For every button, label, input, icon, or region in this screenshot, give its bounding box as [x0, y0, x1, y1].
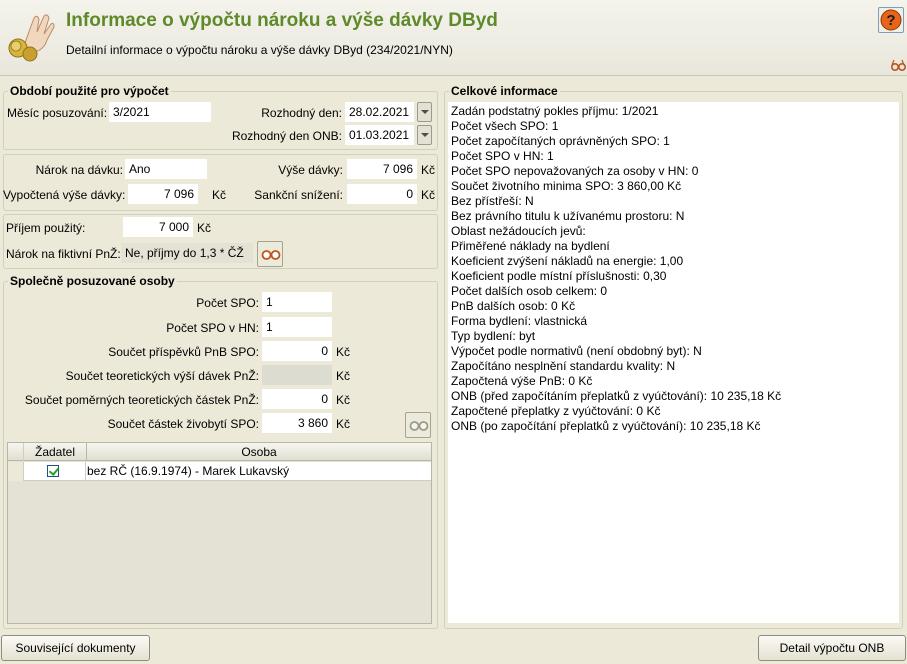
decision-day-field[interactable]: 28.02.2021	[345, 102, 414, 122]
info-line: PnB dalších osob: 0 Kč	[451, 299, 576, 313]
info-line: Koeficient zvýšení nákladů na energie: 1…	[451, 254, 684, 268]
count-spo-hn-field[interactable]: 1	[262, 317, 332, 337]
applicant-checkbox[interactable]	[47, 465, 59, 477]
sum-pnb-label: Součet příspěvků PnB SPO:	[108, 345, 259, 359]
info-line: Bez právního titulu k užívanému prostoru…	[451, 209, 685, 223]
income-field[interactable]: 7 000	[123, 217, 193, 237]
info-line: Přiměřené náklady na bydlení	[451, 239, 610, 253]
fictive-field: Ne, příjmy do 1,3 * ČŽ	[121, 243, 253, 263]
sum-prop-field[interactable]: 0	[262, 389, 332, 409]
glasses-icon	[261, 250, 281, 260]
sum-pnb-field[interactable]: 0	[262, 341, 332, 361]
detail-onb-button[interactable]: Detail výpočtu ONB	[758, 635, 906, 661]
info-line: Koeficient podle místní příslušnosti: 0,…	[451, 269, 667, 283]
glasses-icon	[409, 421, 429, 431]
overall-info-text: Zadán podstatný pokles příjmu: 1/2021 Poč…	[448, 102, 899, 623]
overall-legend: Celkové informace	[451, 84, 558, 98]
sum-prop-unit: Kč	[336, 393, 351, 407]
info-line: Počet SPO nepovažovaných za osoby v HN: …	[451, 164, 699, 178]
column-header-applicant[interactable]: Žadatel	[25, 445, 85, 459]
persons-legend: Společně posuzované osoby	[10, 274, 175, 288]
info-line: Počet dalších osob celkem: 0	[451, 284, 608, 298]
sum-living-field[interactable]: 3 860	[262, 413, 332, 433]
header-banner: Informace o výpočtu nároku a výše dávky …	[0, 0, 907, 76]
sanction-field[interactable]: 0	[347, 184, 417, 204]
info-line: Počet SPO v HN: 1	[451, 149, 554, 163]
table-row[interactable]: bez RČ (16.9.1974) - Marek Lukavský	[8, 462, 431, 481]
month-field[interactable]: 3/2021	[109, 102, 211, 122]
info-line: Oblast nežádoucích jevů:	[451, 224, 586, 238]
info-line: Součet životního minima SPO: 3 860,00 Kč	[451, 179, 682, 193]
computed-unit: Kč	[212, 188, 227, 202]
fictive-label: Nárok na fiktivní PnŽ:	[6, 247, 121, 261]
sum-theor-unit: Kč	[336, 369, 351, 383]
income-label: Příjem použitý:	[6, 221, 86, 235]
decision-day-dropdown-button[interactable]	[417, 102, 432, 122]
sum-living-unit: Kč	[336, 417, 351, 431]
glasses-icon[interactable]	[890, 58, 906, 72]
period-legend: Období použité pro výpočet	[10, 84, 169, 98]
sum-pnb-unit: Kč	[336, 345, 351, 359]
table-header: Žadatel Osoba	[8, 443, 431, 461]
info-line: Počet všech SPO: 1	[451, 119, 559, 133]
count-spo-label: Počet SPO:	[196, 296, 259, 310]
living-detail-button[interactable]	[405, 412, 431, 438]
income-unit: Kč	[197, 221, 212, 235]
persons-table: Žadatel Osoba bez RČ (16.9.1974) - Marek…	[7, 442, 432, 624]
help-button[interactable]: ?	[878, 7, 904, 33]
info-line: Započítáno nesplnění standardu kvality: …	[451, 359, 676, 373]
amount-unit: Kč	[421, 163, 436, 177]
row-selector[interactable]	[8, 462, 24, 481]
decision-day-onb-label: Rozhodný den ONB:	[231, 129, 342, 143]
sum-prop-label: Součet poměrných teoretických částek PnŽ…	[24, 393, 259, 407]
claim-field: Ano	[125, 159, 207, 179]
hand-coins-logo-icon	[8, 14, 55, 62]
header-corner	[8, 443, 24, 461]
sanction-unit: Kč	[421, 188, 436, 202]
sum-theor-field	[262, 365, 332, 385]
info-line: Zadán podstatný pokles příjmu: 1/2021	[451, 104, 659, 118]
decision-day-label: Rozhodný den:	[261, 106, 342, 120]
info-line: ONB (před započítáním přeplatků z vyúčto…	[451, 389, 782, 403]
column-header-person[interactable]: Osoba	[87, 445, 431, 459]
info-line: Započtené přeplatky z vyúčtování: 0 Kč	[451, 404, 661, 418]
amount-label: Výše dávky:	[278, 163, 343, 177]
info-line: Typ bydlení: byt	[451, 329, 536, 343]
info-line: Započtená výše PnB: 0 Kč	[451, 374, 593, 388]
info-line: Výpočet podle normativů (není obdobný by…	[451, 344, 702, 358]
svg-text:?: ?	[886, 12, 895, 29]
help-icon: ?	[880, 9, 902, 31]
count-spo-field[interactable]: 1	[262, 292, 332, 312]
decision-day-onb-field[interactable]: 01.03.2021	[345, 125, 414, 145]
info-line: Počet započítaných oprávněných SPO: 1	[451, 134, 670, 148]
fictive-detail-button[interactable]	[257, 241, 283, 267]
sum-living-label: Součet částek živobytí SPO:	[107, 417, 259, 431]
sum-theor-label: Součet teoretických výší dávek PnŽ:	[65, 369, 259, 383]
person-cell: bez RČ (16.9.1974) - Marek Lukavský	[87, 464, 290, 478]
amount-field[interactable]: 7 096	[347, 159, 417, 179]
page-subtitle: Detailní informace o výpočtu nároku a vý…	[66, 43, 453, 57]
count-spo-hn-label: Počet SPO v HN:	[166, 321, 259, 335]
page-title: Informace o výpočtu nároku a výše dávky …	[66, 10, 498, 31]
related-documents-button[interactable]: Související dokumenty	[1, 635, 150, 661]
info-line: Forma bydlení: vlastnická	[451, 314, 588, 328]
decision-day-onb-dropdown-button[interactable]	[417, 125, 432, 145]
info-line: ONB (po započítání přeplatků z vyúčtován…	[451, 419, 761, 433]
computed-field[interactable]: 7 096	[128, 184, 198, 204]
month-label: Měsíc posuzování:	[7, 106, 108, 120]
info-line: Bez přístřeší: N	[451, 194, 534, 208]
computed-label: Vypočtená výše dávky:	[3, 188, 126, 202]
sanction-label: Sankční snížení:	[254, 188, 343, 202]
claim-label: Nárok na dávku:	[35, 163, 123, 177]
